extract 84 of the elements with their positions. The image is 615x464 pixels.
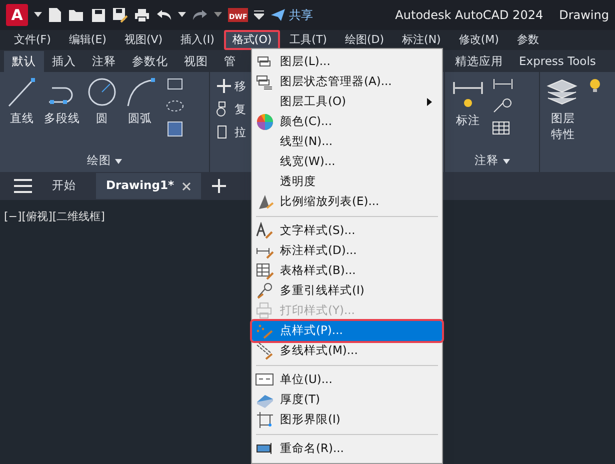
frame-icon bbox=[255, 411, 275, 429]
move-icon[interactable] bbox=[216, 78, 232, 94]
tool-label: 图层特性 bbox=[550, 110, 576, 142]
redo-icon[interactable] bbox=[192, 9, 208, 21]
dropdown-icon[interactable] bbox=[254, 10, 264, 20]
menu-item[interactable]: 图层(L)... bbox=[252, 52, 442, 72]
menu-item[interactable]: 插入(I) bbox=[172, 30, 222, 50]
save-as-icon[interactable] bbox=[112, 7, 128, 23]
new-file-icon[interactable] bbox=[48, 7, 62, 23]
plus-icon[interactable] bbox=[210, 178, 227, 194]
menu-icon[interactable] bbox=[14, 179, 32, 193]
menu-item[interactable]: 参数 bbox=[508, 30, 547, 50]
window-title: Autodesk AutoCAD 2024 bbox=[395, 7, 544, 24]
tool-label: 标注 bbox=[456, 112, 480, 129]
caret-icon[interactable] bbox=[115, 158, 122, 164]
caret-icon[interactable] bbox=[34, 12, 42, 18]
ribbon-tab[interactable]: 管 bbox=[216, 50, 244, 72]
ribbon-tab[interactable]: 默认 bbox=[4, 50, 44, 72]
folder-icon[interactable] bbox=[68, 8, 85, 22]
share-button[interactable]: 共享 bbox=[270, 6, 314, 24]
text-pen-icon bbox=[255, 222, 275, 240]
menu-item[interactable]: 图层工具(O) bbox=[252, 92, 442, 112]
color-wheel-icon bbox=[255, 113, 275, 131]
panel-title[interactable]: 绘图 bbox=[87, 152, 111, 170]
menu-item: 打印样式(Y)... bbox=[252, 301, 442, 321]
document-title: Drawing bbox=[559, 7, 609, 24]
menu-item[interactable]: 图层状态管理器(A)... bbox=[252, 72, 442, 92]
leader-pen-icon bbox=[255, 282, 275, 300]
dots-pen-icon bbox=[255, 322, 275, 340]
menu-item[interactable]: 图形界限(I) bbox=[252, 410, 442, 430]
menu-item[interactable]: 标注(N) bbox=[394, 30, 449, 50]
menu-item[interactable]: 颜色(C)... bbox=[252, 112, 442, 132]
menu-item[interactable]: 绘图(D) bbox=[336, 30, 392, 50]
file-tab[interactable]: Drawing1* bbox=[96, 173, 201, 199]
table-icon[interactable] bbox=[491, 120, 511, 136]
menu-item[interactable]: 表格样式(B)... bbox=[252, 261, 442, 281]
menu-item[interactable]: 文件(F) bbox=[6, 30, 59, 50]
ribbon-tab[interactable]: Express Tools bbox=[511, 50, 604, 72]
circle-icon[interactable] bbox=[86, 76, 118, 108]
menu-item[interactable]: 单位(U)... bbox=[252, 370, 442, 390]
tool-label: 移 bbox=[234, 78, 247, 95]
menu-item[interactable]: 线型(N)... bbox=[252, 132, 442, 152]
menu-item[interactable]: 多重引线样式(I) bbox=[252, 281, 442, 301]
menu-item[interactable]: 点样式(P)... bbox=[252, 321, 442, 341]
ribbon-tab[interactable]: 插入 bbox=[44, 50, 84, 72]
menu-item[interactable]: 厚度(T) bbox=[252, 390, 442, 410]
viewport-label[interactable]: [−][俯视][二维线框] bbox=[4, 209, 105, 226]
menu-item[interactable]: 多线样式(M)... bbox=[252, 341, 442, 361]
menu-item[interactable]: 工具(T) bbox=[282, 30, 335, 50]
tool-label: 多段线 bbox=[44, 110, 80, 127]
caret-icon[interactable] bbox=[502, 158, 510, 164]
tool-label: 圆弧 bbox=[128, 110, 152, 127]
tool-label: 复 bbox=[234, 100, 247, 118]
menu-item[interactable]: 标注样式(D)... bbox=[252, 241, 442, 261]
ribbon-tab[interactable]: 精选应用 bbox=[447, 50, 511, 72]
dimension-icon[interactable] bbox=[491, 76, 515, 92]
file-tab[interactable]: 开始 bbox=[42, 173, 86, 199]
line-icon[interactable] bbox=[6, 76, 38, 108]
ribbon-tab[interactable]: 注释 bbox=[84, 50, 124, 72]
lines-pen-icon bbox=[255, 342, 275, 360]
menu-item[interactable]: 重命名(R)... bbox=[252, 439, 442, 459]
menu-item[interactable]: 编辑(E) bbox=[60, 30, 114, 50]
ribbon-tab[interactable]: 参数化 bbox=[124, 50, 176, 72]
caret-icon[interactable] bbox=[178, 12, 186, 18]
table-pen-icon bbox=[255, 262, 275, 280]
tool-label: 圆 bbox=[96, 110, 108, 127]
print-icon[interactable] bbox=[134, 8, 150, 22]
tool-label: 拉 bbox=[234, 124, 247, 141]
save-icon[interactable] bbox=[91, 8, 106, 22]
menu-item[interactable]: 格式(O) bbox=[224, 30, 280, 50]
panel-title[interactable]: 注释 bbox=[474, 152, 498, 170]
tool-label: 直线 bbox=[10, 110, 34, 127]
menu-item[interactable]: 文字样式(S)... bbox=[252, 221, 442, 241]
app-logo[interactable]: A bbox=[6, 4, 28, 26]
undo-icon[interactable] bbox=[156, 9, 172, 21]
menu-item[interactable]: 透明度 bbox=[252, 172, 442, 192]
menu-item[interactable]: 视图(V) bbox=[116, 30, 171, 50]
menu-item[interactable]: 修改(M) bbox=[450, 30, 507, 50]
menu-item[interactable]: 线宽(W)... bbox=[252, 152, 442, 172]
menu-item[interactable]: 比例缩放列表(E)... bbox=[252, 192, 442, 212]
close-icon[interactable] bbox=[182, 182, 191, 191]
paper-plane-icon bbox=[270, 8, 286, 22]
layers-icon bbox=[255, 73, 275, 91]
ribbon-tab[interactable]: 视图 bbox=[176, 50, 216, 72]
